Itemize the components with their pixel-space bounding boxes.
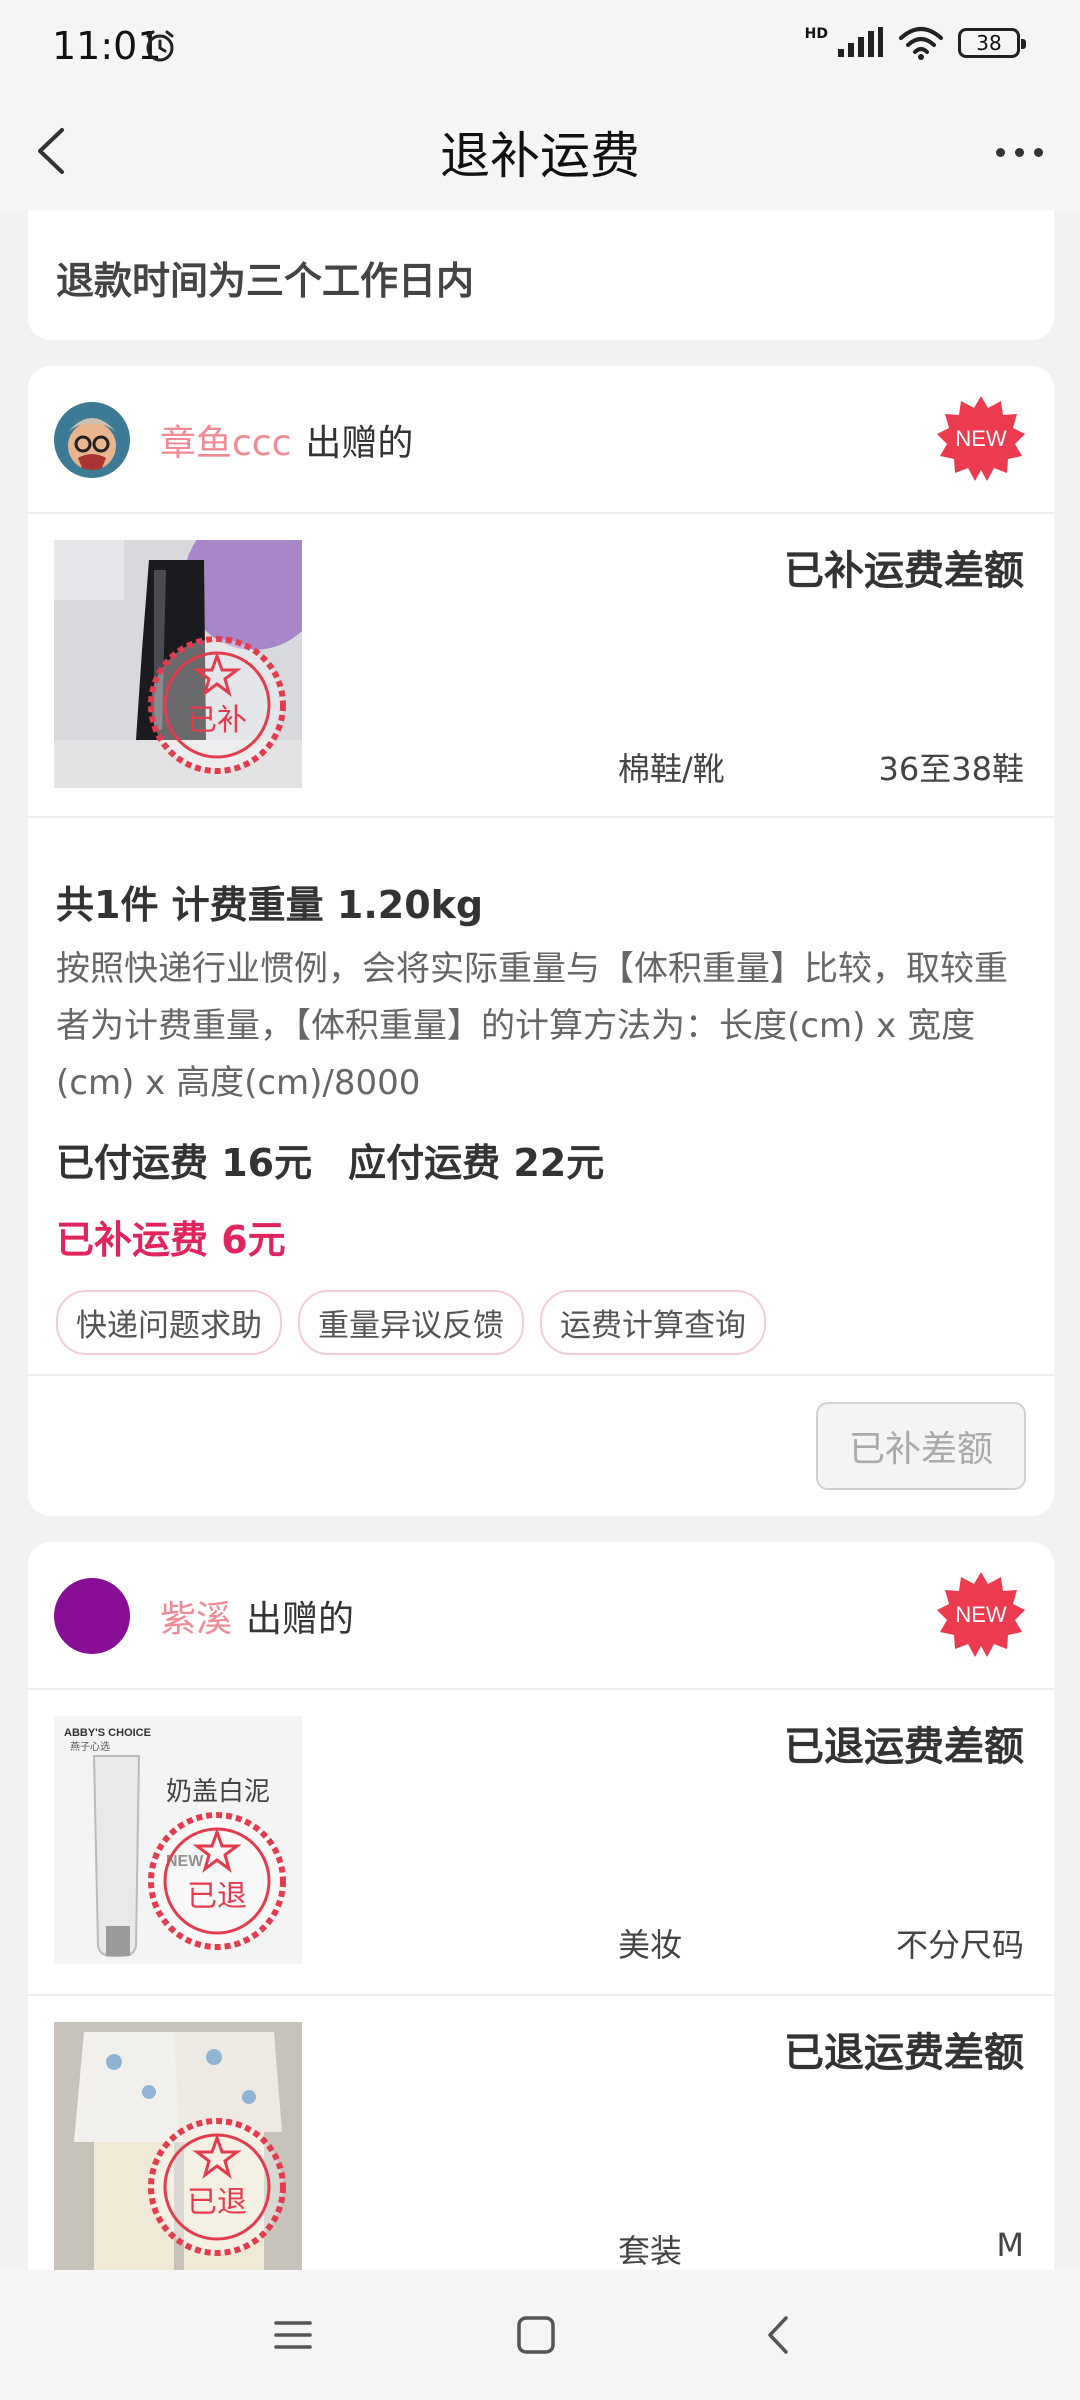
more-dot (1014, 147, 1024, 157)
notice-card: 退款时间为三个工作日内 (28, 210, 1054, 340)
item-image: ABBY'S CHOICE 燕子心选 奶盖白泥 NEW 已退 (54, 1716, 302, 1964)
fee-line: 已付运费 16元 应付运费 22元 (56, 1132, 1026, 1187)
back-icon[interactable] (756, 2310, 806, 2360)
item-image: 已补 (54, 540, 302, 788)
gift-label: 出赠的 (246, 1599, 355, 1640)
page-title: 退补运费 (440, 127, 640, 185)
home-icon[interactable] (511, 2310, 561, 2360)
item-status: 已补运费差额 (784, 548, 1024, 594)
user-name[interactable]: 紫溪 (160, 1599, 232, 1640)
stamp: 已补 (148, 636, 286, 774)
order-summary: 共1件 计费重量 1.20kg 按照快递行业惯例，会将实际重量与【体积重量】比较… (56, 874, 1026, 1355)
order-card: 章鱼ccc 出赠的 NEW 已补 已补运费差额 棉鞋/靴 36至38鞋 共1件 … (28, 366, 1054, 1516)
more-dot (1033, 147, 1043, 157)
item-row[interactable]: ABBY'S CHOICE 燕子心选 奶盖白泥 NEW 已退 已退运费差额 美妆… (28, 1688, 1054, 1996)
menu-icon[interactable] (268, 2310, 318, 2360)
item-status: 已退运费差额 (784, 1724, 1024, 1770)
item-status: 已退运费差额 (784, 2030, 1024, 2076)
wifi-icon (899, 27, 943, 60)
system-nav-bar (0, 2270, 1080, 2400)
stamp-label: 已退 (187, 1879, 247, 1914)
avatar-image (54, 402, 130, 478)
alarm-icon (146, 30, 174, 62)
item-row[interactable]: 已补 已补运费差额 棉鞋/靴 36至38鞋 (28, 512, 1054, 818)
item-category: 美妆 (618, 1926, 683, 1964)
nav-bar: 退补运费 (0, 96, 1080, 210)
gift-label: 出赠的 (305, 423, 414, 464)
product-brand-cn: 燕子心选 (70, 1740, 110, 1753)
action-row: 已补差额 (28, 1374, 1054, 1516)
order-header: 紫溪 出赠的 NEW (28, 1542, 1054, 1690)
order-card: 紫溪出赠的 NEW ABBY'S CHOICE 燕子心选 奶盖白泥 NEW 已退 (28, 1542, 1054, 2342)
chip-fee-query[interactable]: 运费计算查询 (540, 1290, 766, 1355)
avatar[interactable] (54, 402, 130, 478)
weight-line: 共1件 计费重量 1.20kg (56, 883, 484, 927)
user-name[interactable]: 章鱼ccc (160, 423, 291, 464)
item-size: 不分尺码 (895, 1926, 1024, 1964)
item-category: 棉鞋/靴 (618, 750, 725, 788)
battery-level: 38 (976, 31, 1002, 55)
battery-icon: 38 (958, 28, 1026, 58)
network-type: HD (804, 26, 828, 42)
stamp-label: 已补 (187, 703, 247, 738)
signal-icon (838, 27, 883, 57)
user-name-line: 章鱼ccc 出赠的 (160, 414, 413, 466)
chip-group: 快递问题求助 重量异议反馈 运费计算查询 (56, 1290, 1026, 1355)
chip-express-help[interactable]: 快递问题求助 (56, 1290, 282, 1355)
new-badge-label: NEW (955, 1602, 1007, 1627)
new-badge: NEW (937, 1572, 1025, 1657)
avatar[interactable] (54, 1578, 130, 1654)
paid-difference-button[interactable]: 已补差额 (816, 1402, 1026, 1490)
stamp: 已退 (148, 2118, 286, 2256)
chip-weight-feedback[interactable]: 重量异议反馈 (298, 1290, 524, 1355)
order-header: 章鱼ccc 出赠的 NEW (28, 366, 1054, 514)
stamp-label: 已退 (187, 2185, 247, 2220)
user-name-line: 紫溪 出赠的 (160, 1590, 354, 1642)
item-row[interactable]: 已退 已退运费差额 套装 M (28, 1994, 1054, 2300)
product-name: 奶盖白泥 (166, 1777, 270, 1807)
extra-fee: 已补运费 6元 (56, 1218, 286, 1262)
due-fee: 应付运费 22元 (348, 1141, 605, 1185)
item-size: M (996, 2226, 1024, 2264)
new-badge: NEW (937, 396, 1025, 481)
item-size: 36至38鞋 (878, 750, 1024, 788)
status-bar: 11:01 HD 38 (0, 0, 1080, 96)
item-category: 套装 (618, 2232, 683, 2270)
product-brand: ABBY'S CHOICE (64, 1727, 151, 1739)
paid-fee: 已付运费 16元 (56, 1141, 313, 1185)
weight-explain: 按照快递行业惯例，会将实际重量与【体积重量】比较，取较重者为计费重量，【体积重量… (56, 949, 1008, 1103)
item-image: 已退 (54, 2022, 302, 2270)
new-badge-label: NEW (955, 426, 1007, 451)
stamp: 已退 (148, 1812, 286, 1950)
more-dot (995, 147, 1005, 157)
notice-text: 退款时间为三个工作日内 (56, 259, 475, 303)
more-icon[interactable] (984, 124, 1054, 180)
